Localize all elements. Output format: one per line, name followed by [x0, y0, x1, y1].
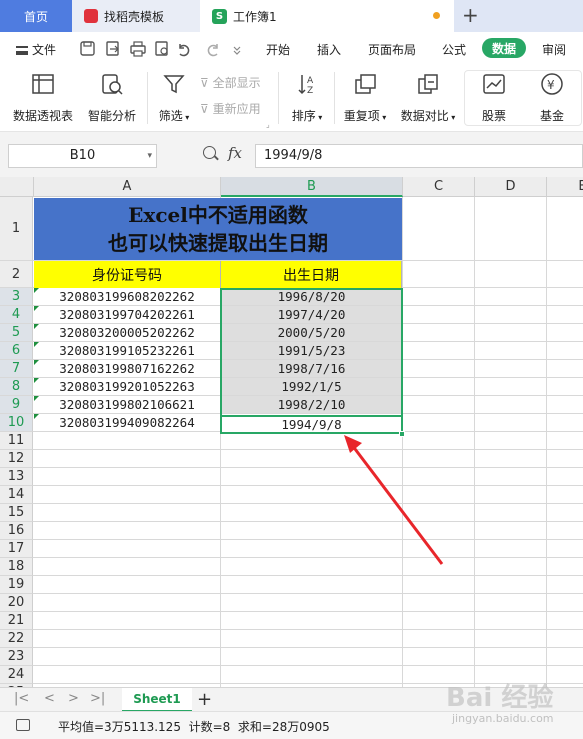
- redo-group: [207, 44, 241, 57]
- reapply-label: 重新应用: [212, 102, 261, 116]
- ribbon-divider: [334, 72, 335, 124]
- duplicates-label: 重复项: [343, 109, 380, 123]
- sort-button[interactable]: AZ 排序 ▾: [287, 72, 327, 124]
- fx-function-icon[interactable]: fx: [228, 144, 242, 162]
- filter-label: 筛选: [158, 109, 183, 123]
- menu-insert[interactable]: 插入: [317, 41, 341, 58]
- menu-start[interactable]: 开始: [266, 41, 290, 58]
- data-compare-icon: [418, 74, 438, 94]
- baidu-watermark: Bai 经验: [446, 683, 554, 713]
- unsaved-dot-icon: [433, 12, 440, 19]
- pivot-table-icon: [32, 74, 54, 94]
- name-box-value: B10: [69, 148, 96, 163]
- menu-formula[interactable]: 公式: [442, 41, 466, 58]
- last-sheet-icon[interactable]: >|: [90, 691, 105, 706]
- stock-chart-icon: [483, 74, 505, 94]
- undo-icon[interactable]: [179, 44, 190, 57]
- export-icon[interactable]: [106, 41, 119, 56]
- pivot-table-label: 数据透视表: [12, 109, 73, 123]
- name-box[interactable]: B10 ▾: [8, 144, 157, 168]
- name-box-dropdown-icon[interactable]: ▾: [147, 145, 152, 167]
- tab-workbook[interactable]: S 工作簿1: [200, 0, 454, 32]
- next-sheet-icon[interactable]: >: [68, 691, 79, 706]
- prev-sheet-icon[interactable]: <: [44, 691, 55, 706]
- formula-input[interactable]: 1994/9/8: [255, 144, 583, 168]
- stock-label: 股票: [481, 109, 506, 123]
- filter-dropdown-icon: ▾: [182, 113, 190, 122]
- save-icon[interactable]: [80, 41, 95, 56]
- duplicates-button[interactable]: 重复项 ▾: [341, 72, 389, 124]
- smart-analysis-button[interactable]: 智能分析: [86, 72, 138, 124]
- spreadsheet-logo-icon: S: [212, 8, 227, 24]
- tab-template[interactable]: 找稻壳模板: [72, 0, 200, 32]
- show-all-label: 全部显示: [212, 76, 261, 90]
- new-tab-plus-icon[interactable]: +: [462, 3, 479, 27]
- smart-analysis-label: 智能分析: [87, 109, 136, 123]
- fund-label: 基金: [539, 109, 564, 123]
- spreadsheet-grid[interactable]: A B C D E 1 2 3 4 5 6 7 8 9 10 11 12 13 14 15 16 17 18 19 2…: [0, 177, 583, 687]
- print-preview-icon[interactable]: [155, 41, 168, 56]
- tab-workbook-label: 工作簿1: [233, 9, 277, 24]
- reapply-button[interactable]: ⊽ 重新应用: [200, 100, 261, 117]
- quick-access-toolbar: [80, 41, 190, 57]
- group-expand-icon[interactable]: ⌟: [266, 120, 270, 129]
- svg-text:A: A: [307, 76, 314, 86]
- menu-file[interactable]: 文件: [16, 41, 56, 58]
- yen-coin-icon: ¥: [541, 73, 563, 95]
- tab-home-label: 首页: [23, 9, 48, 24]
- menu-review[interactable]: 审阅: [542, 41, 566, 58]
- data-compare-dropdown-icon: ▾: [448, 113, 456, 122]
- filter-button[interactable]: 筛选 ▾: [154, 72, 194, 124]
- baidu-watermark-url: jingyan.baidu.com: [452, 712, 554, 725]
- ribbon-divider: [278, 72, 279, 124]
- sort-icon: AZ: [298, 75, 314, 96]
- fund-button[interactable]: ¥ 基金: [534, 72, 570, 124]
- redo-icon[interactable]: [207, 44, 218, 57]
- reapply-icon: ⊽: [200, 102, 213, 116]
- formula-bar: B10 ▾ fx 1994/9/8: [0, 132, 583, 177]
- sheet-tab-sheet1[interactable]: Sheet1: [122, 688, 192, 712]
- hamburger-icon: [16, 46, 28, 55]
- ribbon: 数据透视表 智能分析 筛选 ▾ ⊽ 全部显示 ⊽ 重新应用 AZ 排序 ▾ 重复…: [0, 66, 583, 132]
- add-sheet-icon[interactable]: +: [197, 689, 212, 710]
- show-all-button[interactable]: ⊽ 全部显示: [200, 74, 261, 91]
- show-all-icon: ⊽: [200, 76, 213, 90]
- ribbon-divider: [147, 72, 148, 124]
- tab-template-label: 找稻壳模板: [104, 9, 165, 24]
- customize-chevron-icon[interactable]: [233, 46, 241, 55]
- red-pointer-arrow: [344, 435, 444, 565]
- tab-bar: 首页 找稻壳模板 S 工作簿1 +: [0, 0, 583, 32]
- print-icon[interactable]: [130, 41, 146, 57]
- menu-file-label: 文件: [32, 43, 57, 57]
- status-monitor-icon[interactable]: [16, 719, 30, 731]
- first-sheet-icon[interactable]: |<: [14, 691, 29, 706]
- duplicates-icon: [355, 74, 376, 94]
- menu-data-active[interactable]: 数据: [482, 38, 526, 58]
- sort-dropdown-icon: ▾: [315, 113, 323, 122]
- sort-label: 排序: [291, 109, 316, 123]
- svg-text:Z: Z: [307, 86, 313, 96]
- docer-logo-icon: [84, 9, 98, 23]
- smart-analysis-icon: [102, 74, 123, 95]
- menu-page-layout[interactable]: 页面布局: [368, 41, 416, 58]
- zoom-search-icon[interactable]: [203, 146, 216, 159]
- filter-funnel-icon: [163, 75, 185, 94]
- duplicates-dropdown-icon: ▾: [379, 113, 387, 122]
- tab-home[interactable]: 首页: [0, 0, 72, 32]
- stock-button[interactable]: 股票: [476, 72, 512, 124]
- data-compare-button[interactable]: 数据对比 ▾: [398, 72, 458, 124]
- data-compare-label: 数据对比: [400, 109, 449, 123]
- svg-text:¥: ¥: [547, 78, 555, 92]
- status-summary: 平均值=3万5113.125 计数=8 求和=28万0905: [58, 720, 330, 734]
- pivot-table-button[interactable]: 数据透视表: [12, 72, 74, 124]
